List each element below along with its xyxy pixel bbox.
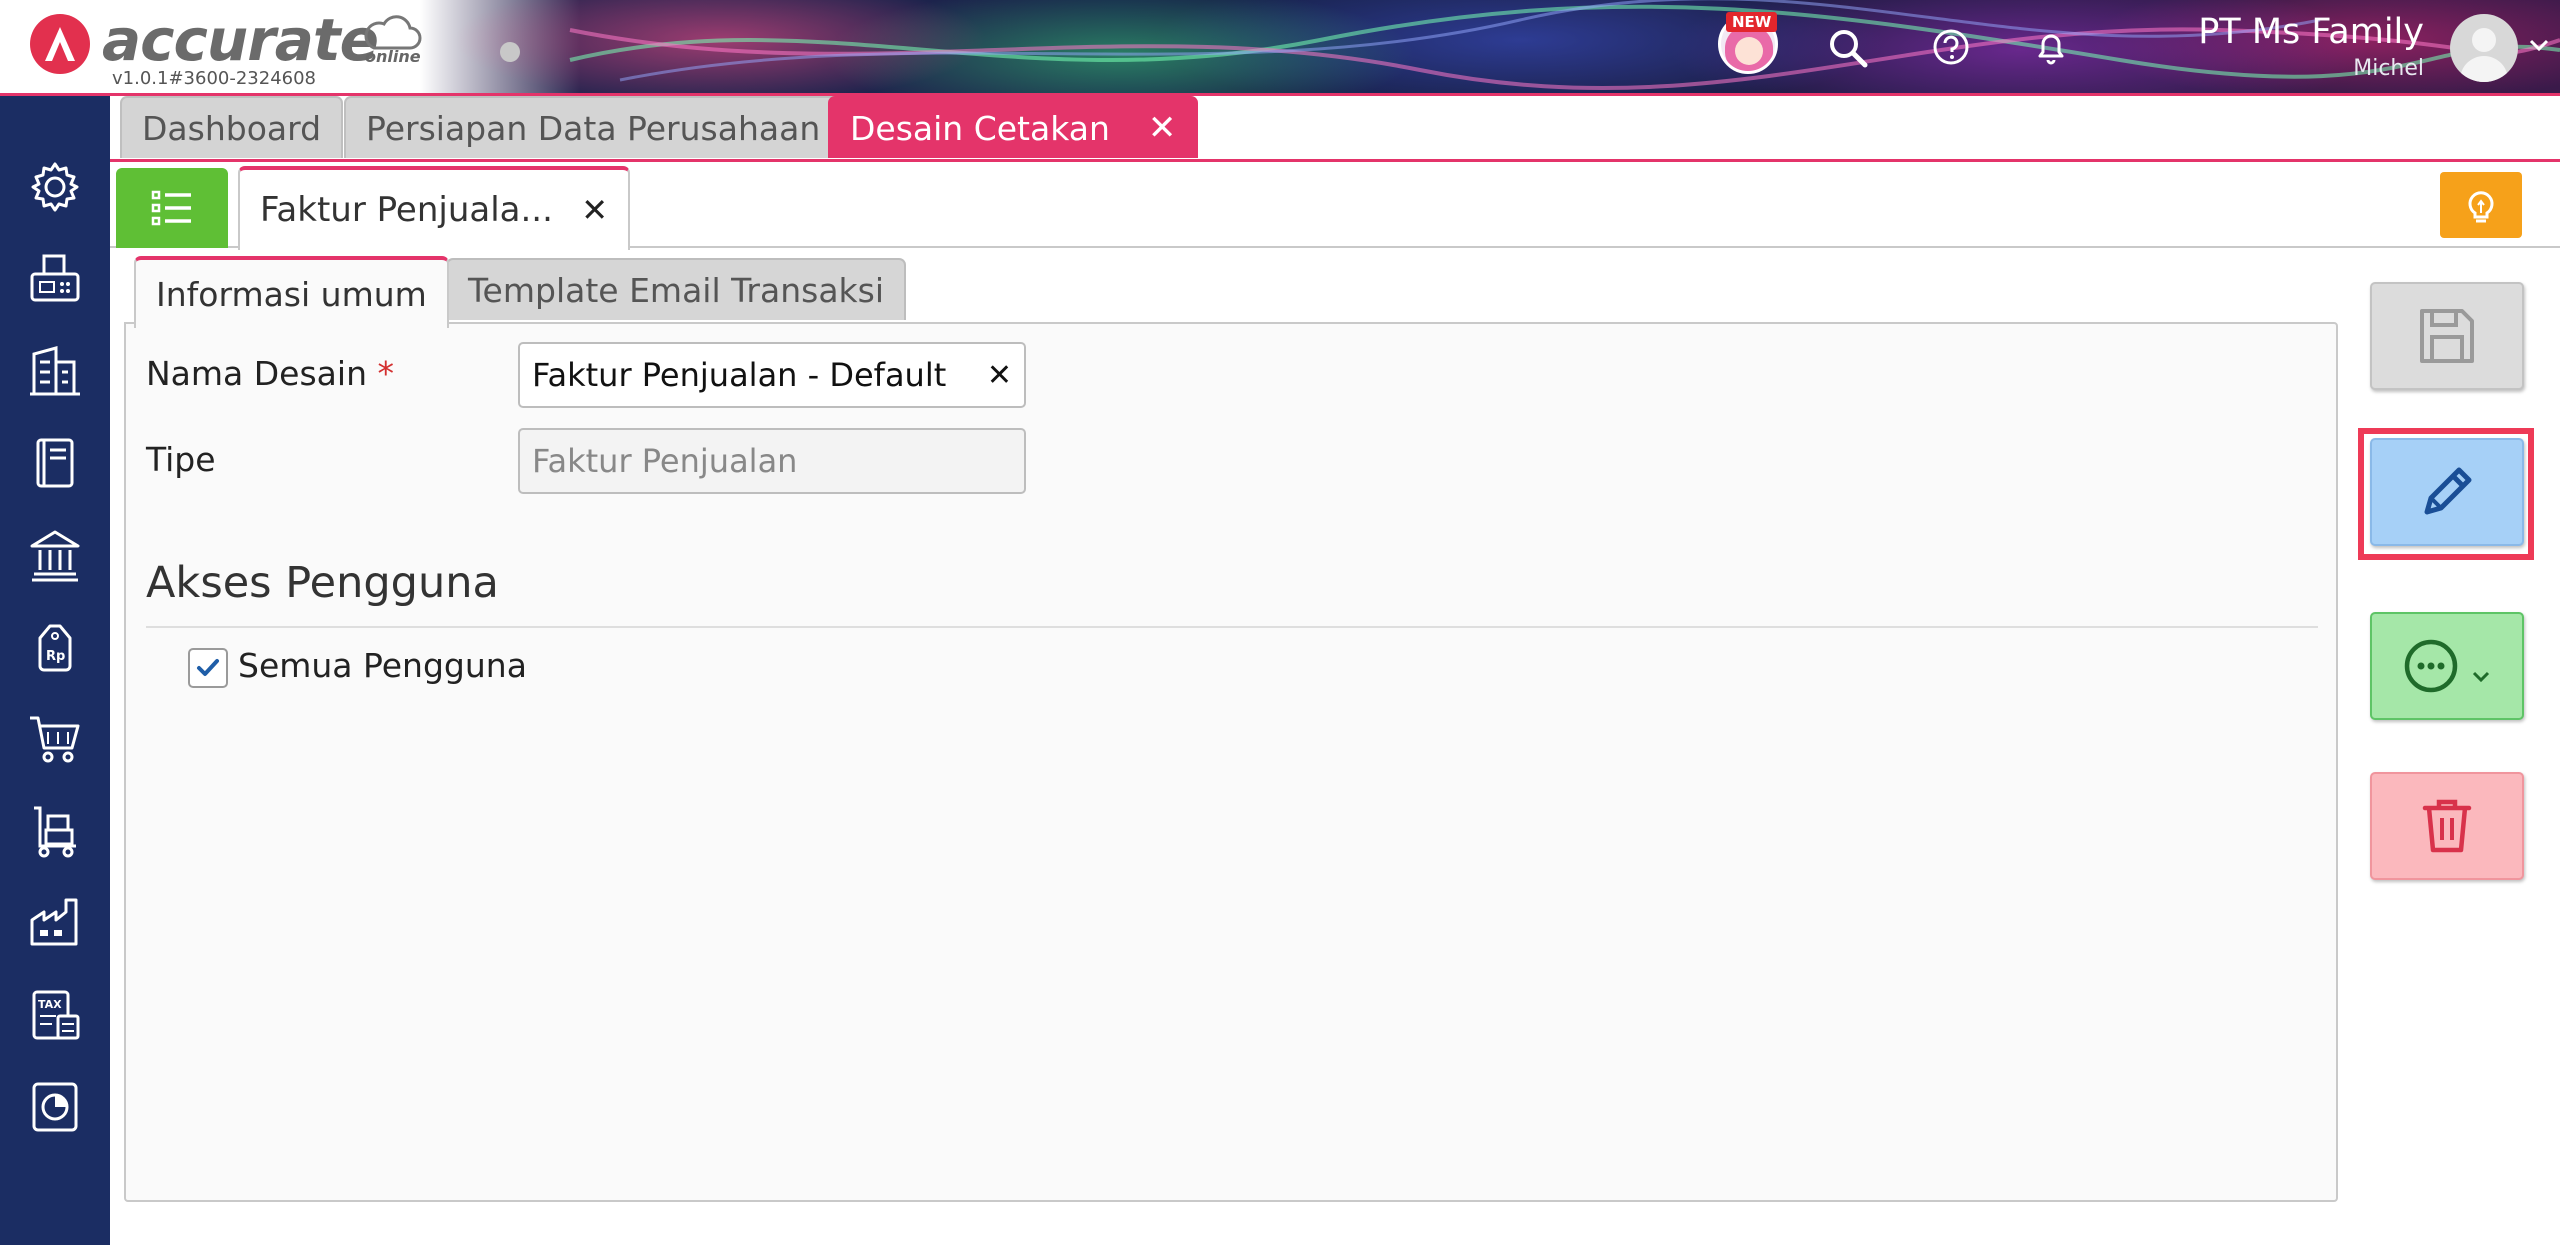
edit-button[interactable] [2370,438,2524,546]
tips-button[interactable] [2440,172,2522,238]
factory-icon[interactable] [26,894,84,952]
pencil-icon [2424,467,2472,515]
semua-pengguna-label[interactable]: Semua Pengguna [238,646,527,685]
tab-label: Dashboard [142,108,322,148]
tab-template-email-transaksi[interactable]: Template Email Transaksi [446,258,907,320]
pie-chart-icon[interactable] [26,1078,84,1136]
trash-icon [2422,799,2472,853]
tab-label: Desain Cetakan [850,108,1110,148]
form-panel: Nama Desain * Faktur Penjualan - Default… [124,322,2338,1202]
company-name[interactable]: PT Ms Family [2198,12,2424,52]
list-icon [151,190,191,226]
semua-pengguna-checkbox[interactable] [188,648,228,688]
workspace: Faktur Penjuala... ✕ Informasi umum Temp… [110,162,2560,1245]
list-view-button[interactable] [116,168,228,248]
tab-desain-cetakan[interactable]: Desain Cetakan ✕ [828,96,1199,158]
tax-icon[interactable]: TAX [26,986,84,1044]
lightbulb-icon [2468,191,2494,223]
bell-icon[interactable] [2030,26,2072,68]
tipe-field: Faktur Penjualan [518,428,1026,494]
checkmark-icon [197,659,219,676]
new-badge: NEW [1726,12,1778,32]
tab-label: Persiapan Data Perusahaan [366,108,821,148]
tab-informasi-umum[interactable]: Informasi umum [134,256,449,328]
form-area: Informasi umum Template Email Transaksi … [110,250,2560,1245]
nama-desain-value: Faktur Penjualan - Default [532,356,947,394]
brand-sub: online [365,47,421,66]
save-button[interactable] [2370,282,2524,390]
delete-button[interactable] [2370,772,2524,880]
chevron-down-icon[interactable] [2528,38,2550,54]
tipe-label: Tipe [146,440,216,479]
price-tag-icon[interactable]: Rp [26,618,84,676]
help-icon[interactable] [1930,26,1972,68]
svg-text:TAX: TAX [38,998,62,1011]
fax-icon[interactable] [26,250,84,308]
document-tab-faktur-penjualan[interactable]: Faktur Penjuala... ✕ [238,166,630,250]
section-title-akses-pengguna: Akses Pengguna [146,558,499,608]
user-avatar[interactable] [2450,14,2518,82]
search-icon[interactable] [1826,26,1870,70]
required-mark: * [377,354,394,393]
close-icon[interactable]: ✕ [1148,108,1177,148]
nama-desain-label: Nama Desain * [146,354,394,393]
tipe-value: Faktur Penjualan [532,442,798,480]
document-tab-label: Faktur Penjuala... [260,190,553,230]
building-icon[interactable] [26,342,84,400]
more-options-button[interactable] [2370,612,2524,720]
hand-truck-icon[interactable] [26,802,84,860]
shopping-cart-icon[interactable] [26,710,84,768]
svg-text:Rp: Rp [46,649,65,664]
section-divider [146,626,2318,628]
chevron-down-icon [2472,671,2490,683]
close-icon[interactable]: ✕ [581,191,608,229]
app-header: accurate online v1.0.1#3600-2324608 NEW … [0,0,2560,96]
tab-label: Template Email Transaksi [468,270,885,310]
bank-icon[interactable] [26,526,84,584]
tab-label: Informasi umum [156,274,427,314]
nama-desain-input[interactable]: Faktur Penjualan - Default ✕ [518,342,1026,408]
tab-persiapan-data-perusahaan[interactable]: Persiapan Data Perusahaan [344,96,843,158]
cloud-icon [364,15,422,50]
user-name[interactable]: Michel [2353,56,2424,81]
gear-icon[interactable] [26,158,84,216]
tab-dashboard[interactable]: Dashboard [120,96,344,158]
accurate-logo[interactable] [30,14,90,74]
app-version: v1.0.1#3600-2324608 [112,68,317,89]
sidebar: Rp TAX [0,96,110,1245]
clear-icon[interactable]: ✕ [987,358,1012,393]
status-dot [500,42,520,62]
brand-name: accurate [102,6,379,74]
ledger-book-icon[interactable] [26,434,84,492]
floppy-disk-icon [2420,309,2474,363]
document-tab-bar: Faktur Penjuala... ✕ [110,162,2560,250]
more-options-icon [2404,639,2458,693]
module-tab-bar: Dashboard Persiapan Data Perusahaan Desa… [110,96,2560,162]
